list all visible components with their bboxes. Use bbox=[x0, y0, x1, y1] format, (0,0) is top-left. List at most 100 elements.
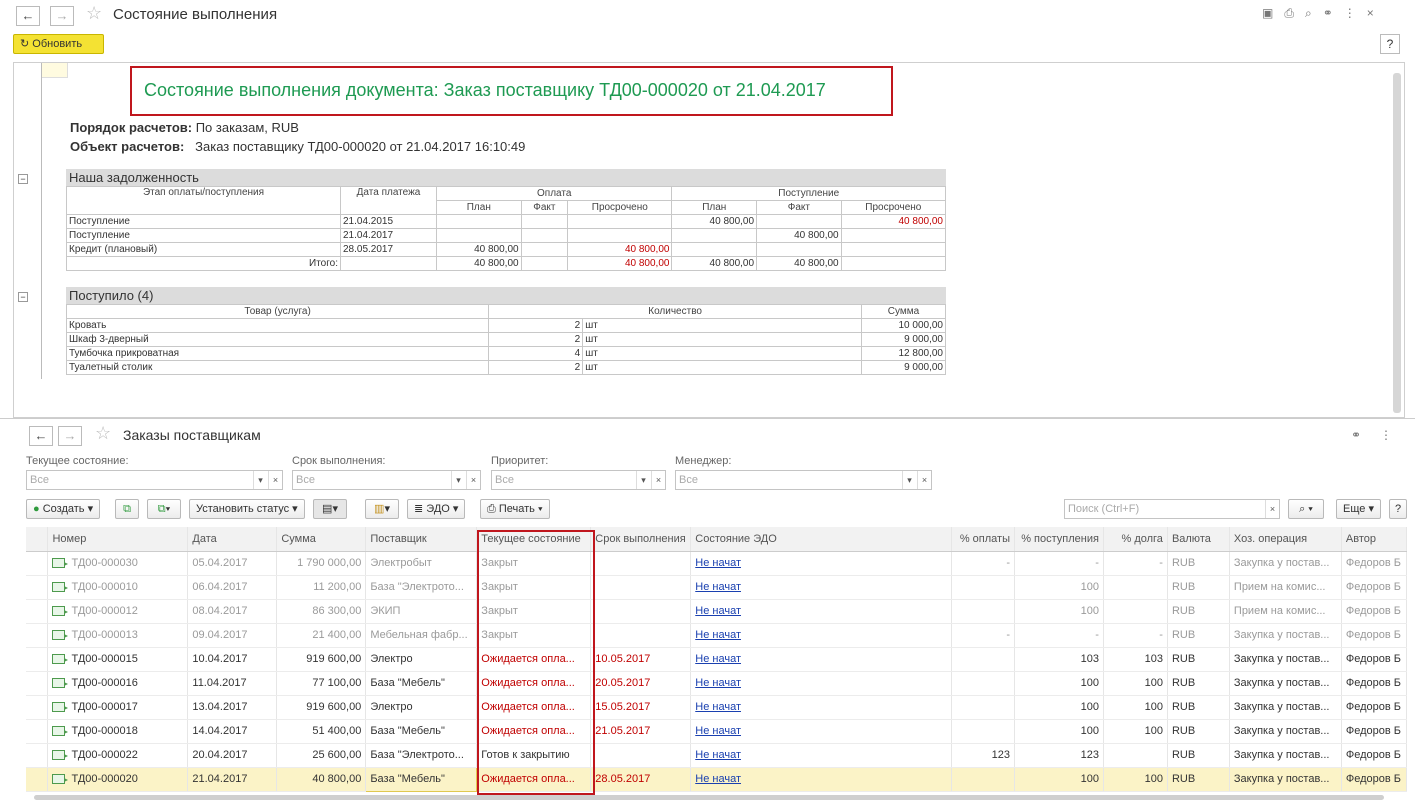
table-cell[interactable]: - bbox=[951, 551, 1015, 576]
table-cell[interactable]: 10.04.2017 bbox=[187, 647, 278, 672]
table-cell[interactable]: - bbox=[1014, 623, 1104, 648]
table-cell[interactable] bbox=[951, 599, 1015, 624]
table-cell[interactable] bbox=[1103, 743, 1168, 768]
table-cell[interactable]: RUB bbox=[1167, 743, 1230, 768]
table-cell[interactable]: 11.04.2017 bbox=[187, 671, 278, 696]
table-cell[interactable]: Федоров Б bbox=[1341, 719, 1408, 744]
table-cell[interactable]: Закупка у постав... bbox=[1229, 671, 1342, 696]
edo-status-link[interactable]: Не начат bbox=[695, 677, 741, 689]
table-row[interactable]: ТД00-000017 13.04.2017 919 600,00 Электро Ож… bbox=[26, 695, 1408, 720]
table-row[interactable]: ТД00-000030 05.04.2017 1 790 000,00 Электро… bbox=[26, 551, 1408, 576]
dropdown-icon[interactable]: ▾ bbox=[902, 471, 916, 489]
table-cell[interactable]: Не начат bbox=[690, 575, 952, 600]
filter-manager-select[interactable]: Все ▾ × bbox=[675, 470, 932, 490]
table-cell[interactable]: Электро bbox=[365, 695, 478, 720]
table-cell[interactable]: ТД00-000018 bbox=[47, 719, 189, 744]
table-cell[interactable]: Прием на комис... bbox=[1229, 599, 1342, 624]
table-row[interactable]: ТД00-000022 20.04.2017 25 600,00 База "Элек… bbox=[26, 743, 1408, 768]
close-icon[interactable]: × bbox=[1367, 6, 1374, 20]
table-cell[interactable]: Закупка у постав... bbox=[1229, 647, 1342, 672]
table-cell[interactable]: 919 600,00 bbox=[276, 695, 367, 720]
table-cell[interactable]: 08.04.2017 bbox=[187, 599, 278, 624]
table-cell[interactable]: ТД00-000016 bbox=[47, 671, 189, 696]
table-cell[interactable]: ТД00-000010 bbox=[47, 575, 189, 600]
table-cell[interactable]: Федоров Б bbox=[1341, 767, 1408, 792]
search-button[interactable]: ⌕ ▾ bbox=[1288, 499, 1324, 519]
filter-state-select[interactable]: Все ▾ × bbox=[26, 470, 283, 490]
table-cell[interactable]: RUB bbox=[1167, 599, 1230, 624]
table-cell[interactable]: 100 bbox=[1014, 599, 1104, 624]
column-header[interactable]: Срок выполнения bbox=[590, 527, 692, 552]
horizontal-scrollbar[interactable] bbox=[34, 795, 1384, 800]
table-cell[interactable] bbox=[951, 695, 1015, 720]
table-cell[interactable]: ТД00-000022 bbox=[47, 743, 189, 768]
clear-icon[interactable]: × bbox=[651, 471, 665, 489]
table-cell[interactable]: Федоров Б bbox=[1341, 743, 1408, 768]
table-cell[interactable]: Электро bbox=[365, 647, 478, 672]
create-button[interactable]: ● Создать ▾ bbox=[26, 499, 101, 519]
filter-priority-select[interactable]: Все ▾ × bbox=[491, 470, 666, 490]
orders-back-button[interactable]: ← bbox=[29, 426, 53, 446]
table-cell[interactable]: 05.04.2017 bbox=[187, 551, 278, 576]
table-cell[interactable]: 919 600,00 bbox=[276, 647, 367, 672]
more-button[interactable]: Еще ▾ bbox=[1336, 499, 1381, 519]
orders-help-button[interactable]: ? bbox=[1389, 499, 1407, 519]
edo-status-link[interactable]: Не начат bbox=[695, 701, 741, 713]
table-cell[interactable] bbox=[951, 719, 1015, 744]
edo-status-link[interactable]: Не начат bbox=[695, 629, 741, 641]
dropdown-icon[interactable]: ▾ bbox=[253, 471, 267, 489]
table-cell[interactable]: 100 bbox=[1014, 719, 1104, 744]
table-cell[interactable]: 1 790 000,00 bbox=[276, 551, 367, 576]
table-cell[interactable] bbox=[1103, 599, 1168, 624]
table-cell[interactable]: 51 400,00 bbox=[276, 719, 367, 744]
table-cell[interactable]: RUB bbox=[1167, 575, 1230, 600]
column-header[interactable]: Номер bbox=[47, 527, 189, 552]
table-cell[interactable]: Не начат bbox=[690, 695, 952, 720]
table-cell[interactable]: 100 bbox=[1014, 695, 1104, 720]
copy-button[interactable]: ⧉ bbox=[115, 499, 139, 519]
column-header[interactable]: % поступления bbox=[1014, 527, 1104, 552]
table-cell[interactable] bbox=[590, 575, 692, 600]
table-cell[interactable]: 103 bbox=[1014, 647, 1104, 672]
table-cell[interactable]: Электробыт bbox=[365, 551, 478, 576]
table-cell[interactable]: 100 bbox=[1014, 767, 1104, 792]
table-row[interactable]: ТД00-000018 14.04.2017 51 400,00 База "Мебе… bbox=[26, 719, 1408, 744]
table-cell[interactable] bbox=[951, 767, 1015, 792]
table-cell[interactable]: 100 bbox=[1103, 767, 1168, 792]
table-cell[interactable]: ТД00-000015 bbox=[47, 647, 189, 672]
table-cell[interactable]: Закупка у постав... bbox=[1229, 551, 1342, 576]
edo-button[interactable]: ≣ ЭДО ▾ bbox=[407, 499, 466, 519]
table-cell[interactable]: Закупка у постав... bbox=[1229, 719, 1342, 744]
table-cell[interactable]: База "Электрото... bbox=[365, 743, 478, 768]
table-cell[interactable]: Не начат bbox=[690, 623, 952, 648]
table-cell[interactable]: База "Электрото... bbox=[365, 575, 478, 600]
edo-status-link[interactable]: Не начат bbox=[695, 653, 741, 665]
table-cell[interactable]: 100 bbox=[1103, 719, 1168, 744]
orders-forward-button[interactable]: → bbox=[58, 426, 82, 446]
table-cell[interactable] bbox=[590, 623, 692, 648]
column-header[interactable]: % долга bbox=[1103, 527, 1168, 552]
column-header[interactable]: % оплаты bbox=[951, 527, 1015, 552]
table-row[interactable]: ТД00-000015 10.04.2017 919 600,00 Электро Ож… bbox=[26, 647, 1408, 672]
table-cell[interactable]: Федоров Б bbox=[1341, 575, 1408, 600]
table-cell[interactable]: 123 bbox=[1014, 743, 1104, 768]
preview-icon[interactable]: ⌕ bbox=[1305, 6, 1312, 20]
table-cell[interactable]: 15.05.2017 bbox=[590, 695, 692, 720]
table-cell[interactable]: RUB bbox=[1167, 671, 1230, 696]
orders-more-icon[interactable]: ⋮ bbox=[1380, 428, 1392, 442]
table-cell[interactable]: Федоров Б bbox=[1341, 695, 1408, 720]
table-cell[interactable]: Федоров Б bbox=[1341, 647, 1408, 672]
table-cell[interactable]: Не начат bbox=[690, 719, 952, 744]
table-cell[interactable] bbox=[951, 647, 1015, 672]
clear-icon[interactable]: × bbox=[917, 471, 931, 489]
table-cell[interactable]: ТД00-000012 bbox=[47, 599, 189, 624]
table-cell[interactable]: ТД00-000030 bbox=[47, 551, 189, 576]
table-cell[interactable]: Федоров Б bbox=[1341, 671, 1408, 696]
table-cell[interactable]: 10.05.2017 bbox=[590, 647, 692, 672]
table-cell[interactable]: 40 800,00 bbox=[276, 767, 367, 792]
dropdown-icon[interactable]: ▾ bbox=[451, 471, 465, 489]
table-row[interactable]: ТД00-000010 06.04.2017 11 200,00 База "Элек… bbox=[26, 575, 1408, 600]
link-icon[interactable]: ⚭ bbox=[1323, 6, 1333, 20]
table-cell[interactable]: - bbox=[1103, 623, 1168, 648]
table-cell[interactable]: 06.04.2017 bbox=[187, 575, 278, 600]
